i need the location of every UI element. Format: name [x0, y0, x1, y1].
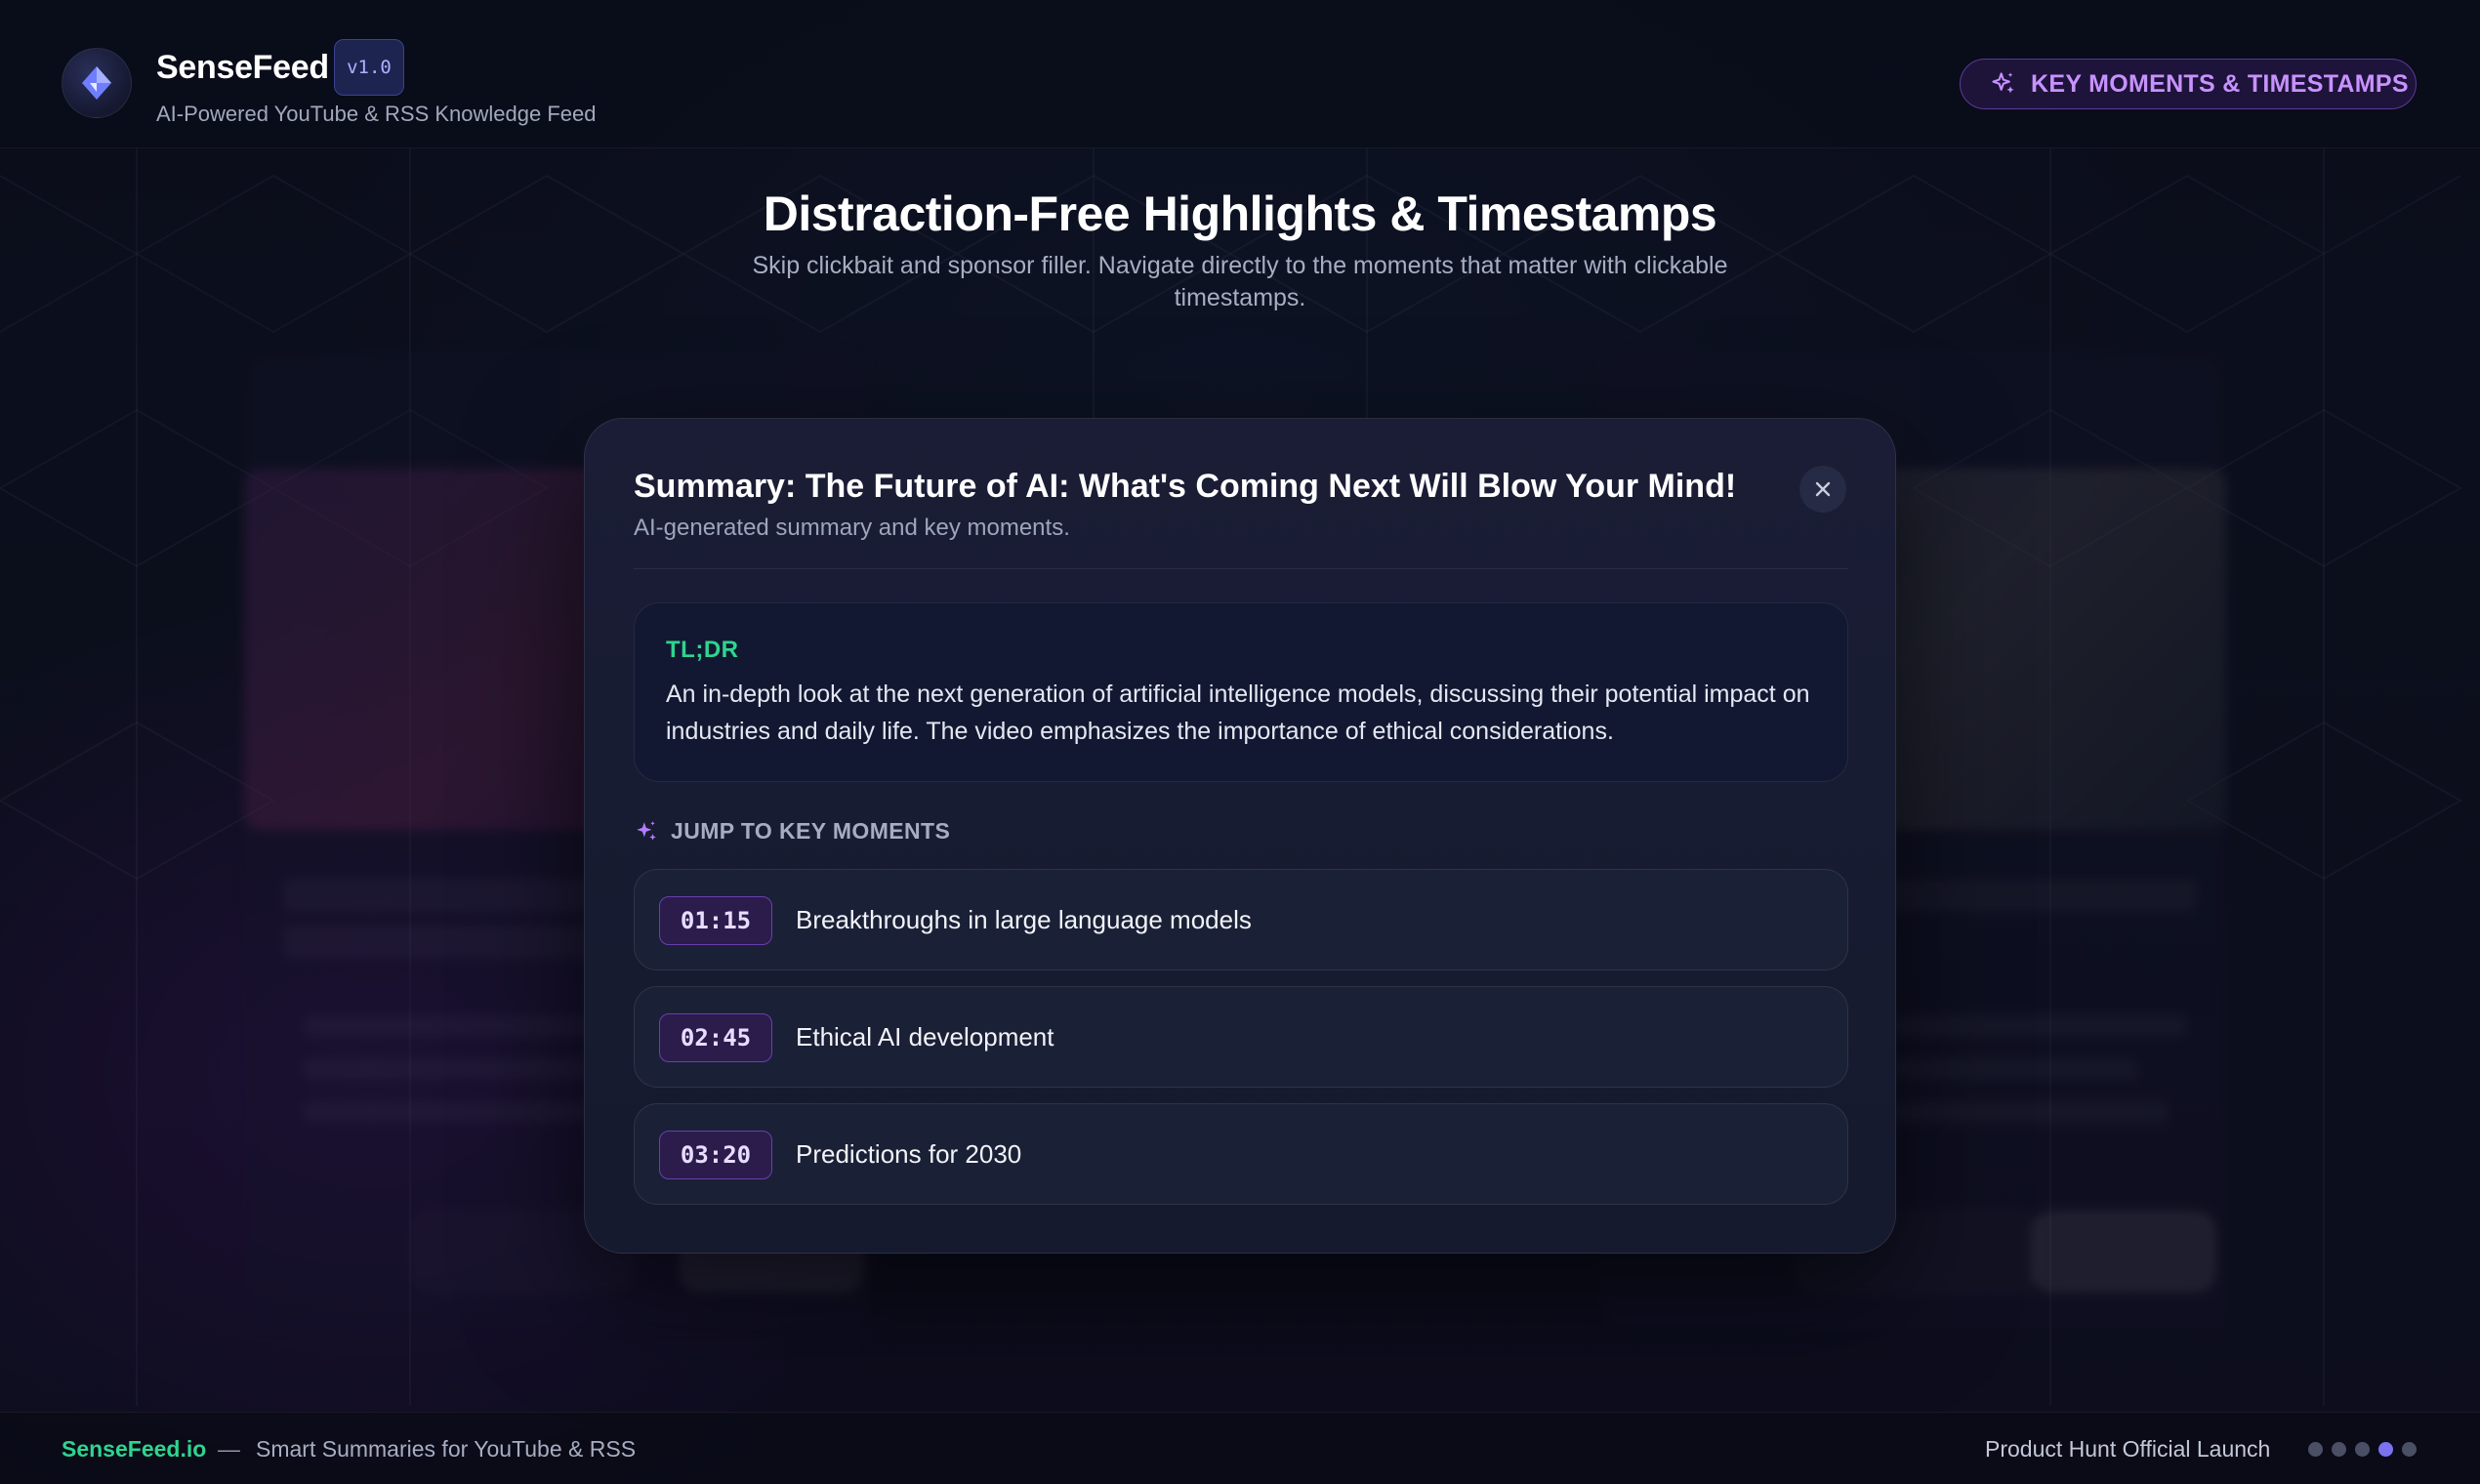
slide-indicator — [2308, 1442, 2417, 1457]
slide-dot[interactable] — [2402, 1442, 2417, 1457]
slide-dot[interactable] — [2378, 1442, 2393, 1457]
slide-dot[interactable] — [2355, 1442, 2370, 1457]
app-header: SenseFeed v1.0 AI-Powered YouTube & RSS … — [0, 0, 2480, 148]
version-badge: v1.0 — [334, 39, 404, 96]
sparkles-icon — [1992, 72, 2014, 94]
timestamp-chip[interactable]: 01:15 — [659, 896, 772, 945]
hero-title: Distraction-Free Highlights & Timestamps — [763, 186, 1717, 241]
footer-tagline: Smart Summaries for YouTube & RSS — [256, 1436, 637, 1462]
logo[interactable] — [62, 48, 132, 118]
key-moment-label: Ethical AI development — [796, 1022, 1054, 1051]
tldr-box: TL;DR An in-depth look at the next gener… — [634, 602, 1848, 782]
modal-subtitle: AI-generated summary and key moments. — [634, 515, 1070, 541]
app-footer: SenseFeed.io — Smart Summaries for YouTu… — [0, 1412, 2480, 1484]
key-moment-item[interactable]: 02:45 Ethical AI development — [634, 986, 1848, 1088]
key-moment-item[interactable]: 03:20 Predictions for 2030 — [634, 1103, 1848, 1205]
key-moments-header: JUMP TO KEY MOMENTS — [634, 818, 950, 845]
tldr-label: TL;DR — [666, 637, 739, 663]
tldr-text: An in-depth look at the next generation … — [666, 680, 1810, 745]
timestamp-chip[interactable]: 02:45 — [659, 1013, 772, 1062]
close-icon — [1815, 481, 1831, 497]
key-moments-pill-label: KEY MOMENTS & TIMESTAMPS — [2031, 69, 2409, 98]
brand-tagline: AI-Powered YouTube & RSS Knowledge Feed — [156, 102, 597, 126]
close-button[interactable] — [1799, 466, 1846, 513]
key-moments-label: JUMP TO KEY MOMENTS — [671, 818, 951, 844]
slide-dot[interactable] — [2308, 1442, 2323, 1457]
modal-divider — [634, 568, 1848, 569]
summary-modal: Summary: The Future of AI: What's Coming… — [584, 418, 1896, 1254]
key-moment-item[interactable]: 01:15 Breakthroughs in large language mo… — [634, 869, 1848, 970]
key-moment-label: Breakthroughs in large language models — [796, 905, 1252, 934]
footer-separator: — — [218, 1436, 240, 1462]
timestamp-chip[interactable]: 03:20 — [659, 1131, 772, 1179]
brand-name: SenseFeed — [156, 49, 329, 86]
key-moment-label: Predictions for 2030 — [796, 1139, 1022, 1169]
footer-brand-link[interactable]: SenseFeed.io — [62, 1436, 206, 1463]
hero-subtitle: Skip clickbait and sponsor filler. Navig… — [752, 252, 1728, 311]
modal-title: Summary: The Future of AI: What's Coming… — [634, 468, 1737, 505]
slide-dot[interactable] — [2332, 1442, 2346, 1457]
gem-icon — [82, 66, 111, 100]
key-moments-pill[interactable]: KEY MOMENTS & TIMESTAMPS — [1960, 59, 2417, 109]
footer-launch-text: Product Hunt Official Launch — [1985, 1436, 2271, 1462]
sparkles-icon — [637, 820, 656, 841]
